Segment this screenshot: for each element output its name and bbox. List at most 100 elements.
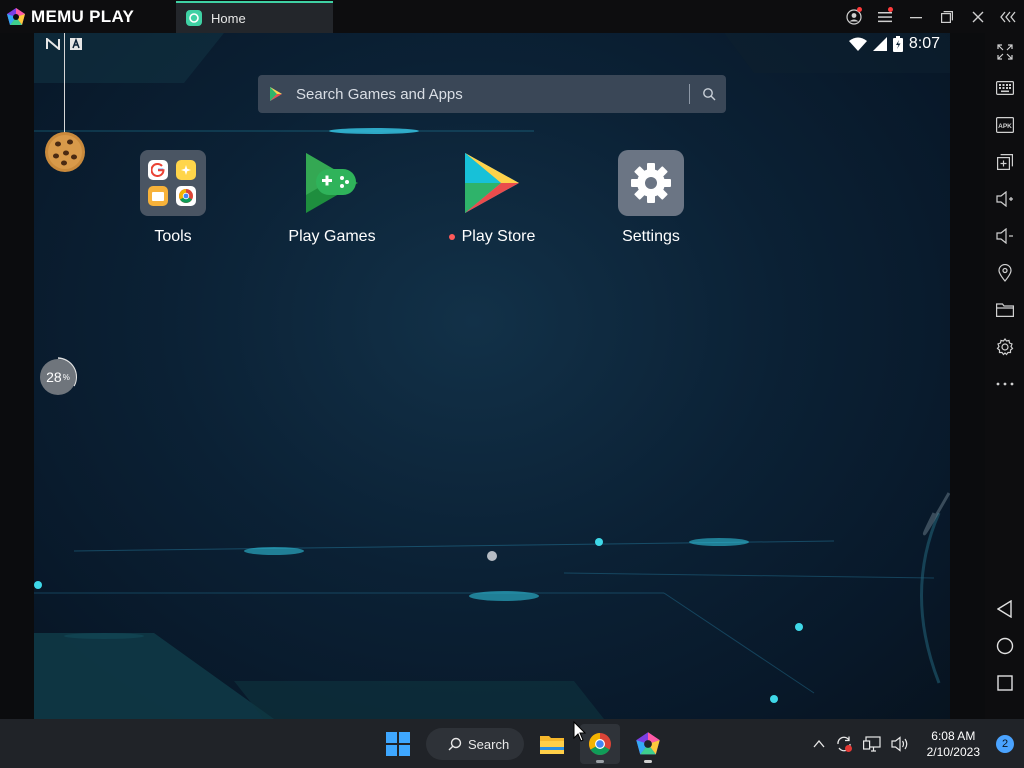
battery-icon (892, 36, 903, 52)
app-tools-label: Tools (154, 228, 192, 245)
recents-square-icon (996, 675, 1013, 691)
menu-notification-dot (888, 7, 893, 12)
notes-icon (176, 160, 196, 180)
progress-number: 28 (46, 369, 62, 385)
search-input[interactable]: Search Games and Apps (296, 86, 689, 103)
fullscreen-button[interactable] (985, 37, 1024, 67)
windows-logo-icon (386, 732, 410, 756)
volume-up-icon (995, 191, 1013, 207)
home-app-grid: Tools Play Games Play Store Settings (34, 149, 950, 259)
brand-text: MEMU PLAY (31, 6, 135, 26)
tab-home-label: Home (211, 10, 246, 26)
app-play-games-label: Play Games (288, 228, 376, 245)
volume-down-button[interactable] (985, 221, 1024, 251)
app-play-games[interactable]: Play Games (272, 149, 392, 246)
cell-signal-icon (872, 37, 887, 51)
mouse-cursor-icon (573, 721, 587, 742)
app-tools[interactable]: Tools (113, 149, 233, 246)
maximize-button[interactable] (931, 0, 962, 33)
keyboard-mapping-button[interactable] (985, 73, 1024, 103)
location-button[interactable] (985, 258, 1024, 288)
settings-gear-icon (996, 338, 1013, 356)
memory-progress-widget[interactable]: 28% (38, 357, 78, 397)
android-back-button[interactable] (985, 594, 1024, 624)
progress-unit: % (62, 372, 70, 382)
volume-down-icon (995, 228, 1013, 244)
volume-up-button[interactable] (985, 184, 1024, 214)
speaker-icon[interactable] (891, 735, 909, 752)
play-store-logo-icon (270, 87, 282, 101)
install-apk-button[interactable]: APK (985, 110, 1024, 140)
account-notification-dot (857, 7, 862, 12)
back-triangle-icon (996, 600, 1012, 618)
memu-logo: MEMU PLAY (6, 6, 134, 27)
chevron-up-icon[interactable] (813, 739, 825, 748)
add-window-icon (996, 154, 1013, 170)
search-icon[interactable] (702, 87, 716, 101)
chrome-icon (176, 186, 196, 206)
taskbar-clock[interactable]: 6:08 AM 2/10/2023 (927, 728, 980, 760)
wifi-icon (848, 37, 867, 51)
collapse-sidebar-button[interactable] (993, 0, 1024, 33)
account-button[interactable] (838, 0, 869, 33)
sync-icon[interactable] (835, 735, 853, 753)
android-home-button[interactable] (985, 631, 1024, 661)
svg-text:APK: APK (998, 123, 1012, 130)
android-screen[interactable]: 8:07 Search Games and Apps 28 % Tools Pl… (34, 33, 950, 719)
title-bar: MEMU PLAY Home (0, 0, 1024, 33)
android-status-bar: 8:07 (34, 33, 950, 57)
settings-app-icon (618, 150, 684, 216)
play-store-icon (465, 153, 519, 213)
android-clock: 8:07 (908, 35, 940, 52)
minimize-icon (909, 16, 922, 18)
more-options-button[interactable] (985, 369, 1024, 399)
files-icon (148, 186, 168, 206)
left-border (0, 33, 34, 719)
android-recents-button[interactable] (985, 668, 1024, 698)
multi-instance-button[interactable] (985, 147, 1024, 177)
shared-folder-button[interactable] (985, 295, 1024, 325)
search-bar[interactable]: Search Games and Apps (258, 75, 726, 113)
progress-value: 28% (40, 359, 76, 395)
search-divider (689, 84, 690, 104)
file-explorer-button[interactable] (532, 724, 572, 764)
play-store-notification-dot (448, 234, 455, 240)
a-notification-icon (70, 38, 82, 50)
background-decoration (34, 33, 950, 719)
app-settings[interactable]: Settings (591, 149, 711, 246)
memu-running-indicator (644, 760, 652, 763)
triple-chevron-left-icon (999, 11, 1016, 22)
screen-right-border (950, 33, 985, 719)
memu-taskbar-button[interactable] (628, 724, 668, 764)
taskbar-search-button[interactable]: Search (426, 728, 524, 760)
app-play-store[interactable]: Play Store (432, 149, 552, 246)
memu-logo-icon (7, 7, 25, 25)
home-circle-icon (996, 637, 1013, 655)
chrome-icon (589, 733, 611, 755)
restore-icon (940, 10, 953, 23)
windows-taskbar: Search 6:08 AM 2/10/2023 2 (0, 719, 1024, 768)
home-tab-icon (186, 10, 202, 26)
fullscreen-icon (996, 44, 1013, 60)
emulator-settings-button[interactable] (985, 332, 1024, 362)
network-icon[interactable] (862, 735, 881, 752)
hamburger-menu-icon (877, 11, 892, 22)
tab-home[interactable]: Home (176, 1, 333, 33)
folder-icon (995, 303, 1014, 317)
close-icon (972, 11, 983, 22)
minimize-button[interactable] (900, 0, 931, 33)
taskbar-time: 6:08 AM (931, 728, 976, 743)
play-games-icon (306, 153, 358, 213)
tools-folder-icon (140, 150, 206, 216)
menu-button[interactable] (869, 0, 900, 33)
close-button[interactable] (962, 0, 993, 33)
notification-count-badge[interactable]: 2 (996, 734, 1014, 753)
page-indicator-dot (487, 551, 497, 561)
start-button[interactable] (378, 724, 418, 764)
chrome-running-indicator (596, 760, 604, 763)
n-notification-icon (46, 38, 60, 50)
app-settings-label: Settings (622, 228, 680, 245)
location-pin-icon (997, 264, 1012, 282)
memu-icon (636, 732, 660, 755)
taskbar-date: 2/10/2023 (926, 744, 980, 759)
